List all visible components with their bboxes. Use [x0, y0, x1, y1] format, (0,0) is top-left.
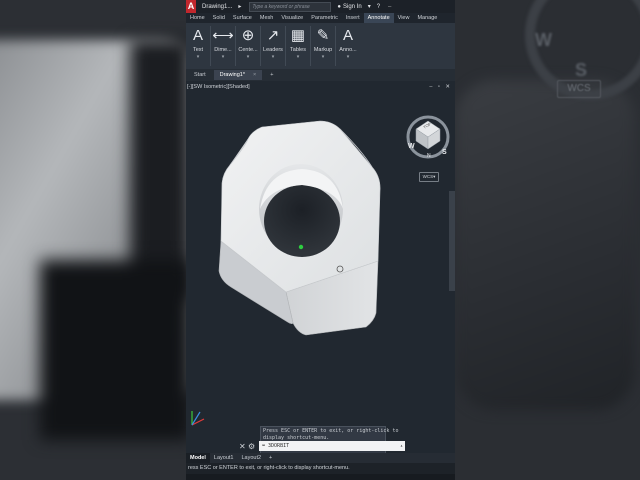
tab-manage[interactable]: Manage [413, 13, 441, 23]
autocad-window: A Drawing1... ▸ Type a keyword or phrase… [186, 0, 455, 480]
ghost-compass-s: S [575, 60, 588, 80]
user-icon[interactable]: ● [337, 4, 341, 10]
status-bar: ress ESC or ENTER to exit, or right-clic… [186, 463, 455, 474]
text-icon: A [192, 27, 203, 44]
command-line: ✕ ⚙ ⌨ 3DORBIT ▴ [186, 439, 455, 453]
bottom-strip [186, 474, 455, 480]
new-tab-button[interactable]: + [264, 70, 279, 80]
close-icon[interactable]: × [253, 72, 256, 78]
tab-layout1[interactable]: Layout1 [210, 453, 238, 463]
close-icon[interactable]: ✕ [239, 442, 246, 451]
tab-solid[interactable]: Solid [209, 13, 229, 23]
add-layout-button[interactable]: + [265, 453, 276, 463]
ghost-wcs-label: WCS [557, 80, 601, 98]
ghost-compass-w: W [535, 30, 552, 50]
orbit-target-marker [298, 244, 304, 250]
tables-button[interactable]: ▦ Tables ▾ [287, 24, 309, 69]
customize-icon[interactable]: ⚙ [248, 442, 255, 451]
doc-title-dropdown-icon[interactable]: ▸ [238, 3, 241, 10]
compass-n: N [427, 153, 431, 159]
title-bar: A Drawing1... ▸ Type a keyword or phrase… [186, 0, 455, 13]
minimize-icon[interactable]: – [388, 4, 391, 10]
tab-insert[interactable]: Insert [342, 13, 364, 23]
signin-dropdown-icon[interactable]: ▾ [368, 3, 371, 10]
command-input[interactable]: ⌨ 3DORBIT ▴ [259, 441, 405, 451]
chevron-down-icon: ▾ [296, 54, 300, 60]
tab-drawing1[interactable]: Drawing1* × [213, 70, 263, 80]
ribbon-panel: A Text ▾ ⟷ Dime... ▾ ⊕ Cente... ▾ ↗ Lead… [186, 23, 455, 69]
centermark-icon: ⊕ [241, 27, 255, 44]
document-title: Drawing1... [202, 3, 233, 10]
leader-icon: ↗ [266, 27, 280, 44]
tab-parametric[interactable]: Parametric [307, 13, 342, 23]
tab-surface[interactable]: Surface [229, 13, 256, 23]
markup-button[interactable]: ✎ Markup ▾ [312, 24, 334, 69]
annotation-scaling-icon: A [342, 27, 353, 44]
chevron-up-icon[interactable]: ▴ [400, 441, 403, 451]
app-logo[interactable]: A [186, 0, 196, 13]
chevron-down-icon: ▾ [346, 54, 350, 60]
ribbon-tab-bar: Home Solid Surface Mesh Visualize Parame… [186, 13, 455, 23]
help-icon[interactable]: ? [377, 4, 380, 10]
ucs-icon [191, 411, 205, 426]
tab-layout2[interactable]: Layout2 [237, 453, 265, 463]
tab-visualize[interactable]: Visualize [277, 13, 307, 23]
chevron-down-icon: ▾ [271, 54, 275, 60]
drawing-viewport[interactable]: [-][SW Isometric][Shaded] – ▫ ✕ TOP W S … [186, 81, 455, 454]
dimension-icon: ⟷ [212, 27, 234, 44]
chevron-down-icon: ▾ [196, 54, 200, 60]
tab-annotate[interactable]: Annotate [363, 13, 394, 23]
document-tab-bar: Start Drawing1* × + [186, 69, 455, 81]
dimension-button[interactable]: ⟷ Dime... ▾ [212, 24, 234, 69]
markup-icon: ✎ [316, 27, 330, 44]
tab-start[interactable]: Start [188, 70, 212, 80]
text-button[interactable]: A Text ▾ [187, 24, 209, 69]
compass-s: S [442, 149, 447, 156]
layout-tab-bar: Model Layout1 Layout2 + [186, 453, 455, 463]
drawing-tab-label: Drawing1* [219, 72, 245, 78]
wcs-menu[interactable]: WCS▾ [419, 172, 439, 182]
tab-home[interactable]: Home [186, 13, 209, 23]
centerlines-button[interactable]: ⊕ Cente... ▾ [237, 24, 259, 69]
tab-view[interactable]: View [394, 13, 414, 23]
tab-mesh[interactable]: Mesh [256, 13, 277, 23]
leaders-button[interactable]: ↗ Leaders ▾ [262, 24, 284, 69]
chevron-down-icon: ▾ [221, 54, 225, 60]
hex-nut-model [218, 120, 381, 336]
tab-model[interactable]: Model [186, 453, 210, 463]
blurred-background-right: W S WCS [455, 0, 640, 480]
chevron-down-icon: ▾ [321, 54, 325, 60]
annotation-scaling-button[interactable]: A Anno... ▾ [337, 24, 359, 69]
viewcube[interactable]: TOP W S N [404, 113, 452, 161]
signin-button[interactable]: Sign In [343, 4, 362, 10]
table-icon: ▦ [290, 27, 306, 44]
compass-w: W [408, 143, 415, 150]
chevron-down-icon: ▾ [246, 54, 250, 60]
vertical-scrollbar[interactable] [449, 191, 455, 291]
search-input[interactable]: Type a keyword or phrase [249, 1, 332, 12]
blurred-background-left [0, 0, 186, 480]
